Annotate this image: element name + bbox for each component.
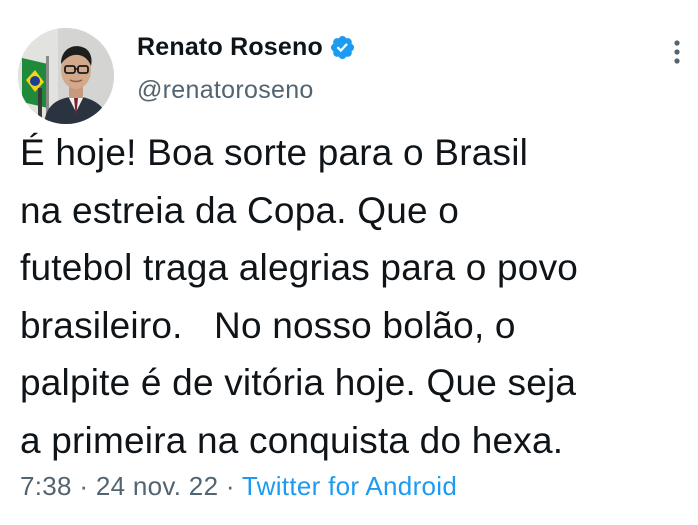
author-handle[interactable]: @renatoroseno [137,76,314,105]
tweet-time[interactable]: 7:38 [20,471,72,501]
tweet-text-line: brasileiro. No nosso bolão, o [20,304,516,346]
author-display-name[interactable]: Renato Roseno [137,33,323,62]
meta-separator: · [71,471,96,501]
tweet-source-link[interactable]: Twitter for Android [242,471,457,501]
avatar[interactable] [18,28,114,124]
tweet-text-line: futebol traga alegrias para o povo [20,247,579,288]
tweet-card: Renato Roseno @renatoroseno É hoje! Boa … [0,0,698,525]
meta-separator: · [218,471,242,501]
tweet-text-line: palpite é de vitória hoje. Que seja [20,362,577,403]
tweet-text-line: na estreia da Copa. Que o [20,189,460,231]
tweet-text: É hoje! Boa sorte para o Brasil na estre… [20,124,690,469]
verified-badge-icon [329,34,356,61]
more-options-icon[interactable] [663,38,691,66]
tweet-date[interactable]: 24 nov. 22 [96,471,219,501]
author-name-row[interactable]: Renato Roseno [137,30,356,64]
tweet-text-line: É hoje! Boa sorte para o Brasil [20,132,529,173]
tweet-text-line: a primeira na conquista do hexa. [20,419,564,461]
tweet-metadata: 7:38 · 24 nov. 22 · Twitter for Android [20,471,457,502]
